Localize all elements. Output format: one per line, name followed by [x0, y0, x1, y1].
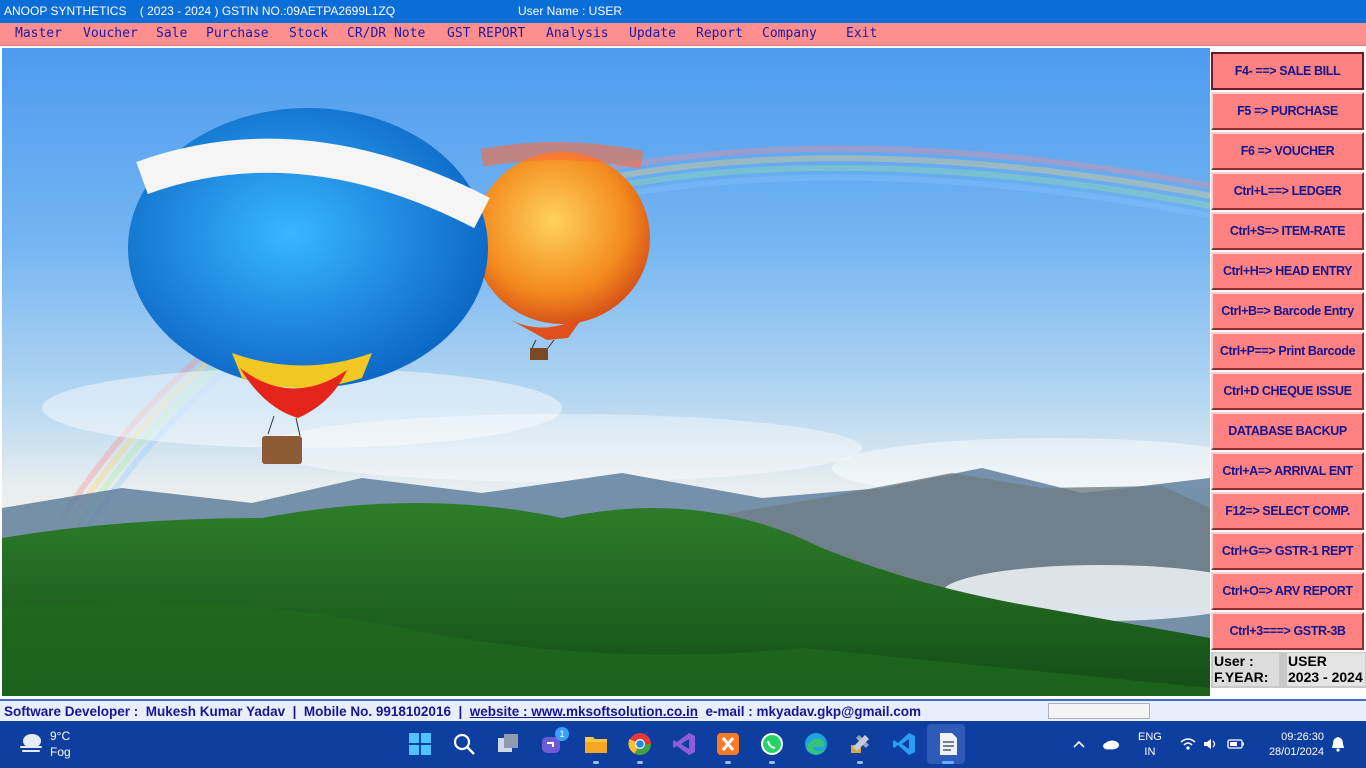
chrome-icon[interactable] — [627, 731, 653, 757]
whatsapp-icon[interactable] — [759, 731, 785, 757]
active-indicator — [942, 761, 954, 764]
status-bar: Software Developer : Mukesh Kumar Yadav … — [0, 699, 1366, 721]
running-indicator — [857, 761, 863, 764]
xampp-icon[interactable] — [715, 731, 741, 757]
arv-report-button[interactable]: Ctrl+O=> ARV REPORT — [1211, 572, 1364, 610]
file-explorer-icon[interactable] — [583, 731, 609, 757]
menu-master[interactable]: Master — [15, 26, 62, 41]
purchase-button[interactable]: F5 => PURCHASE — [1211, 92, 1364, 130]
region-code: IN — [1144, 746, 1156, 758]
start-icon[interactable] — [407, 731, 433, 757]
chevron-up-icon[interactable] — [1073, 739, 1085, 749]
menu-sale[interactable]: Sale — [156, 26, 187, 41]
website-link[interactable]: website : www.mksoftsolution.co.in — [470, 704, 698, 719]
barcode-entry-button[interactable]: Ctrl+B=> Barcode Entry — [1211, 292, 1364, 330]
battery-icon[interactable] — [1227, 738, 1245, 750]
gstr3b-button[interactable]: Ctrl+3===> GSTR-3B — [1211, 612, 1364, 650]
head-entry-button[interactable]: Ctrl+H=> HEAD ENTRY — [1211, 252, 1364, 290]
menu-update[interactable]: Update — [629, 26, 676, 41]
fog-weather-icon[interactable] — [18, 731, 44, 755]
company-title: ANOOP SYNTHETICS ( 2023 - 2024 ) GSTIN N… — [4, 4, 396, 18]
language-indicator[interactable]: ENG IN — [1138, 730, 1162, 760]
running-indicator — [637, 761, 643, 764]
menu-report[interactable]: Report — [696, 26, 743, 41]
search-icon[interactable] — [451, 731, 477, 757]
email-text: e-mail : mkyadav.gkp@gmail.com — [698, 704, 922, 719]
session-labels: User : F.YEAR: — [1213, 653, 1279, 686]
vscode-icon[interactable] — [891, 731, 917, 757]
menu-stock[interactable]: Stock — [289, 26, 328, 41]
financial-year-label: F.YEAR: — [1214, 669, 1269, 685]
user-name-label: User Name : USER — [518, 4, 623, 18]
sale-bill-button[interactable]: F4- ==> SALE BILL — [1211, 52, 1364, 90]
notification-bell-icon[interactable] — [1331, 736, 1345, 752]
select-company-button[interactable]: F12=> SELECT COMP. — [1211, 492, 1364, 530]
menu-bar: Master Voucher Sale Purchase Stock CR/DR… — [0, 23, 1366, 46]
menu-gst-report[interactable]: GST REPORT — [447, 26, 525, 41]
print-barcode-button[interactable]: Ctrl+P==> Print Barcode — [1211, 332, 1364, 370]
balloon-landscape-image — [2, 108, 1210, 696]
menu-voucher[interactable]: Voucher — [83, 26, 138, 41]
title-bar: ANOOP SYNTHETICS ( 2023 - 2024 ) GSTIN N… — [0, 0, 1366, 23]
task-view-icon[interactable] — [495, 731, 521, 757]
developer-text: Software Developer : Mukesh Kumar Yadav … — [4, 704, 470, 719]
arrival-entry-button[interactable]: Ctrl+A=> ARRIVAL ENT — [1211, 452, 1364, 490]
running-indicator — [725, 761, 731, 764]
weather-condition[interactable]: Fog — [50, 745, 71, 759]
user-label: User : — [1214, 653, 1254, 669]
database-backup-button[interactable]: DATABASE BACKUP — [1211, 412, 1364, 450]
speaker-icon[interactable] — [1203, 737, 1219, 751]
visual-studio-icon[interactable] — [671, 731, 697, 757]
item-rate-button[interactable]: Ctrl+S=> ITEM-RATE — [1211, 212, 1364, 250]
clock-date: 28/01/2024 — [1268, 746, 1324, 758]
menu-cr-dr-note[interactable]: CR/DR Note — [347, 26, 425, 41]
menu-exit[interactable]: Exit — [846, 26, 877, 41]
menu-company[interactable]: Company — [762, 26, 817, 41]
developer-info: Software Developer : Mukesh Kumar Yadav … — [4, 704, 921, 719]
user-value: USER — [1288, 653, 1327, 669]
background-scene — [2, 48, 1210, 696]
session-values: USER 2023 - 2024 — [1287, 653, 1365, 686]
menu-purchase[interactable]: Purchase — [206, 26, 269, 41]
system-clock[interactable]: 09:26:30 28/01/2024 — [1258, 730, 1324, 760]
wifi-icon[interactable] — [1180, 737, 1196, 751]
gstr1-report-button[interactable]: Ctrl+G=> GSTR-1 REPT — [1211, 532, 1364, 570]
language-code: ENG — [1138, 731, 1162, 743]
onedrive-cloud-icon[interactable] — [1102, 738, 1120, 750]
session-info: User : F.YEAR: USER 2023 - 2024 — [1211, 652, 1366, 688]
status-field — [1048, 703, 1150, 719]
running-indicator — [593, 761, 599, 764]
tools-icon[interactable] — [847, 731, 873, 757]
weather-temperature[interactable]: 9°C — [50, 729, 70, 743]
ledger-button[interactable]: Ctrl+L==> LEDGER — [1211, 172, 1364, 210]
clock-time: 09:26:30 — [1281, 731, 1324, 743]
edge-icon[interactable] — [803, 731, 829, 757]
document-app-icon[interactable] — [935, 731, 961, 757]
taskbar: 9°C Fog 1 ENG IN 09:26:30 28/01/2024 — [0, 721, 1366, 768]
running-indicator — [769, 761, 775, 764]
chat-notification-badge: 1 — [555, 727, 569, 741]
voucher-button[interactable]: F6 => VOUCHER — [1211, 132, 1364, 170]
financial-year-value: 2023 - 2024 — [1288, 669, 1363, 685]
cheque-issue-button[interactable]: Ctrl+D CHEQUE ISSUE — [1211, 372, 1364, 410]
menu-analysis[interactable]: Analysis — [546, 26, 609, 41]
